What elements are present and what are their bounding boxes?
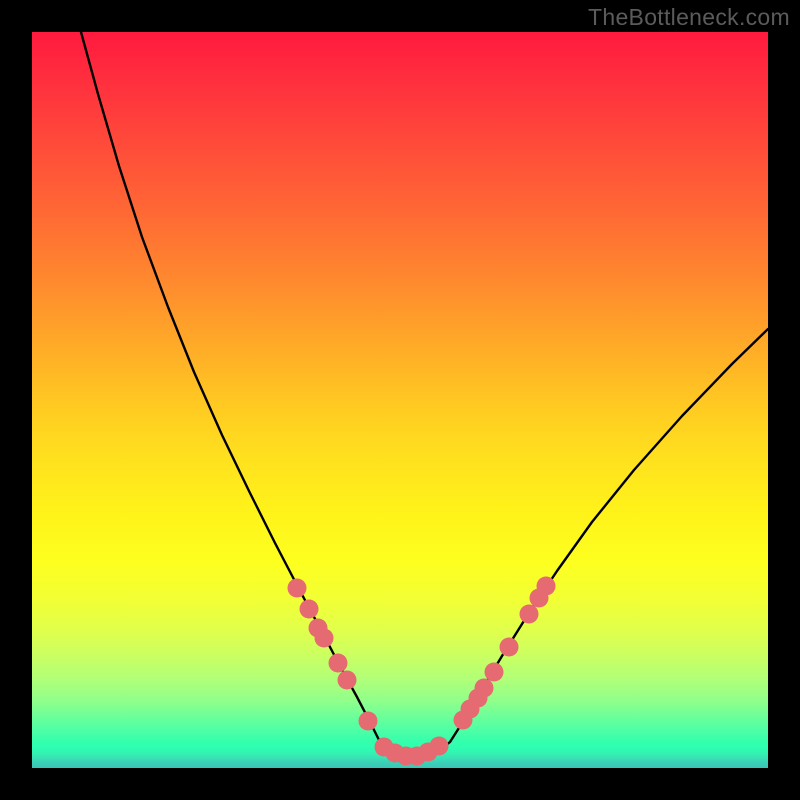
data-point <box>537 577 556 596</box>
data-point <box>485 663 504 682</box>
data-point <box>475 679 494 698</box>
data-point <box>329 654 348 673</box>
data-point <box>359 712 378 731</box>
data-point <box>288 579 307 598</box>
watermark-text: TheBottleneck.com <box>588 4 790 31</box>
data-point <box>338 671 357 690</box>
data-markers <box>32 32 768 768</box>
data-point <box>315 629 334 648</box>
data-point <box>300 600 319 619</box>
chart-stage: TheBottleneck.com <box>0 0 800 800</box>
plot-area <box>32 32 768 768</box>
data-point <box>500 638 519 657</box>
data-point <box>430 737 449 756</box>
data-point <box>520 605 539 624</box>
